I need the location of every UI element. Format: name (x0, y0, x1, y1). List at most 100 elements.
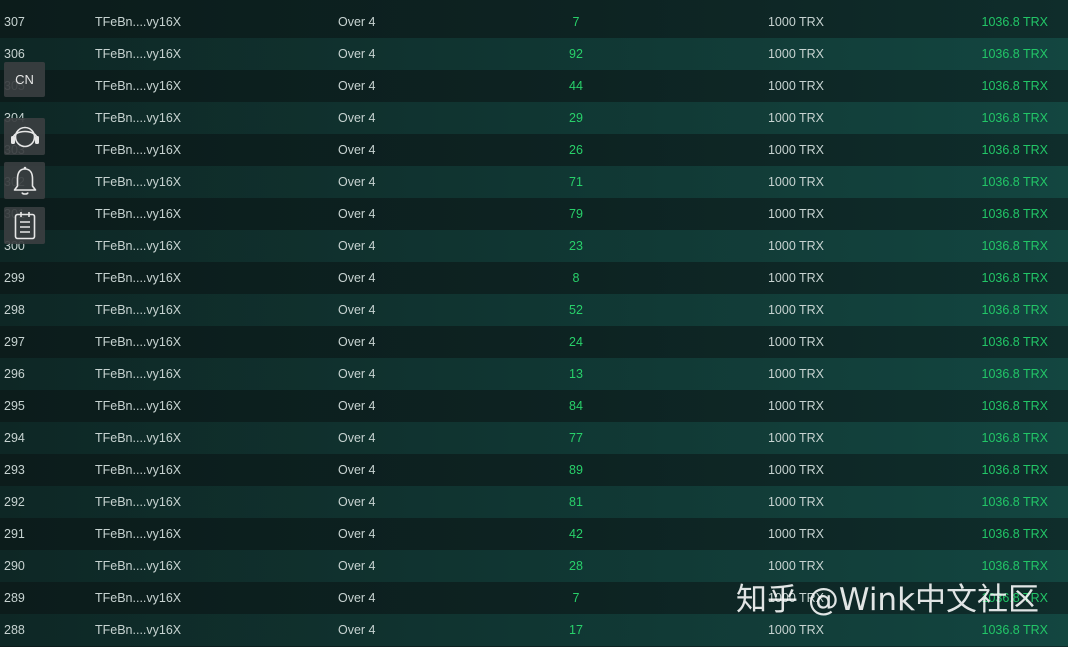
payout-cell: 1036.8 TRX (981, 495, 1048, 509)
payout-cell: 1036.8 TRX (981, 79, 1048, 93)
prediction-cell: Over 4 (338, 367, 376, 381)
prediction-cell: Over 4 (338, 591, 376, 605)
bet-amount-cell: 1000 TRX (767, 111, 825, 125)
player-address-cell: TFeBn....vy16X (95, 239, 182, 253)
payout-cell: 1036.8 TRX (981, 15, 1048, 29)
player-address-cell: TFeBn....vy16X (95, 591, 182, 605)
player-address-cell: TFeBn....vy16X (95, 367, 182, 381)
payout-cell: 1036.8 TRX (981, 47, 1048, 61)
roll-result-cell: 42 (569, 527, 583, 541)
roll-result-cell: 44 (569, 79, 583, 93)
bet-amount-cell: 1000 TRX (767, 559, 825, 573)
roll-result-cell: 77 (569, 431, 583, 445)
table-row: 300 TFeBn....vy16X Over 4 23 1000 TRX 1036.8 … (0, 230, 1068, 262)
round-number-cell: 289 (4, 591, 25, 605)
payout-cell: 1036.8 TRX (981, 399, 1048, 413)
bet-amount-cell: 1000 TRX (767, 367, 825, 381)
bet-amount-cell: 1000 TRX (767, 239, 825, 253)
player-address-cell: TFeBn....vy16X (95, 463, 182, 477)
player-address-cell: TFeBn....vy16X (95, 559, 182, 573)
prediction-cell: Over 4 (338, 559, 376, 573)
bet-amount-cell: 1000 TRX (767, 399, 825, 413)
round-number-cell: 288 (4, 623, 25, 637)
payout-cell: 1036.8 TRX (981, 239, 1048, 253)
bet-amount-cell: 1000 TRX (767, 15, 825, 29)
round-number-cell: 297 (4, 335, 25, 349)
table-row: 291 TFeBn....vy16X Over 4 42 1000 TRX 1036.8 … (0, 518, 1068, 550)
player-address-cell: TFeBn....vy16X (95, 15, 182, 29)
support-button[interactable] (4, 118, 45, 155)
payout-cell: 1036.8 TRX (981, 527, 1048, 541)
payout-cell: 1036.8 TRX (981, 207, 1048, 221)
table-row: 305TFeBn....vy16XOver 4441000 TRX1036.8 … (0, 70, 1068, 102)
player-address-cell: TFeBn....vy16X (95, 207, 182, 221)
table-row: 301TFeBn....vy16XOver 4791000 TRX1036.8 … (0, 198, 1068, 230)
watermark: 知乎 @Wink中文社区 (736, 582, 1040, 618)
table-row: 297 TFeBn....vy16X Over 4 24 1000 TRX 1036.8 … (0, 326, 1068, 358)
table-row: 306 TFeBn....vy16X Over 4 92 1000 TRX 1036.8 … (0, 38, 1068, 70)
player-address-cell: TFeBn....vy16X (95, 495, 182, 509)
payout-cell: 1036.8 TRX (981, 271, 1048, 285)
round-number-cell: 294 (4, 431, 25, 445)
table-row: 294 TFeBn....vy16X Over 4 77 1000 TRX 1036.8 … (0, 422, 1068, 454)
round-number-cell: 292 (4, 495, 25, 509)
prediction-cell: Over 4 (338, 623, 376, 637)
headset-icon (8, 122, 42, 152)
roll-result-cell: 81 (569, 495, 583, 509)
roll-result-cell: 84 (569, 399, 583, 413)
roll-result-cell: 26 (569, 143, 583, 157)
prediction-cell: Over 4 (338, 303, 376, 317)
bet-amount-cell: 1000 TRX (767, 527, 825, 541)
prediction-cell: Over 4 (338, 111, 376, 125)
player-address-cell: TFeBn....vy16X (95, 303, 182, 317)
language-toggle-button[interactable]: CN (4, 62, 45, 97)
prediction-cell: Over 4 (338, 335, 376, 349)
round-number-cell: 307 (4, 15, 25, 29)
bet-amount-cell: 1000 TRX (767, 79, 825, 93)
prediction-cell: Over 4 (338, 15, 376, 29)
roll-result-cell: 79 (569, 207, 583, 221)
roll-result-cell: 71 (569, 175, 583, 189)
table-row: 296 TFeBn....vy16X Over 4 13 1000 TRX 1036.8 … (0, 358, 1068, 390)
bet-amount-cell: 1000 TRX (767, 143, 825, 157)
table-row: 304TFeBn....vy16XOver 4291000 TRX1036.8 … (0, 102, 1068, 134)
history-notes-button[interactable] (4, 207, 45, 244)
roll-result-cell: 92 (569, 47, 583, 61)
table-row: 299 TFeBn....vy16X Over 4 8 1000 TRX 1036.8 T… (0, 262, 1068, 294)
table-row: 292 TFeBn....vy16X Over 4 81 1000 TRX 1036.8 … (0, 486, 1068, 518)
table-row: 293 TFeBn....vy16X Over 4 89 1000 TRX 1036.8 … (0, 454, 1068, 486)
roll-result-cell: 7 (572, 591, 580, 605)
roll-result-cell: 89 (569, 463, 583, 477)
round-number-cell: 298 (4, 303, 25, 317)
notifications-button[interactable] (4, 162, 45, 199)
prediction-cell: Over 4 (338, 271, 376, 285)
bet-amount-cell: 1000 TRX (767, 335, 825, 349)
prediction-cell: Over 4 (338, 207, 376, 221)
player-address-cell: TFeBn....vy16X (95, 175, 182, 189)
table-row: 307 TFeBn....vy16X Over 4 7 1000 TRX 1036.8 T… (0, 6, 1068, 38)
payout-cell: 1036.8 TRX (981, 303, 1048, 317)
bet-amount-cell: 1000 TRX (767, 463, 825, 477)
round-number-cell: 299 (4, 271, 25, 285)
player-address-cell: TFeBn....vy16X (95, 143, 182, 157)
table-row: 298 TFeBn....vy16X Over 4 52 1000 TRX 1036.8 … (0, 294, 1068, 326)
bet-amount-cell: 1000 TRX (767, 303, 825, 317)
prediction-cell: Over 4 (338, 79, 376, 93)
player-address-cell: TFeBn....vy16X (95, 47, 182, 61)
roll-result-cell: 8 (572, 271, 580, 285)
prediction-cell: Over 4 (338, 527, 376, 541)
payout-cell: 1036.8 TRX (981, 367, 1048, 381)
roll-result-cell: 52 (569, 303, 583, 317)
prediction-cell: Over 4 (338, 399, 376, 413)
bets-history-screen: 307 TFeBn....vy16X Over 4 7 1000 TRX 1036.8 T… (0, 0, 1068, 647)
round-number-cell: 291 (4, 527, 25, 541)
bet-amount-cell: 1000 TRX (767, 47, 825, 61)
round-number-cell: 296 (4, 367, 25, 381)
clipboard-icon (12, 210, 38, 242)
prediction-cell: Over 4 (338, 143, 376, 157)
player-address-cell: TFeBn....vy16X (95, 399, 182, 413)
player-address-cell: TFeBn....vy16X (95, 431, 182, 445)
payout-cell: 1036.8 TRX (981, 431, 1048, 445)
roll-result-cell: 13 (569, 367, 583, 381)
bet-amount-cell: 1000 TRX (767, 495, 825, 509)
